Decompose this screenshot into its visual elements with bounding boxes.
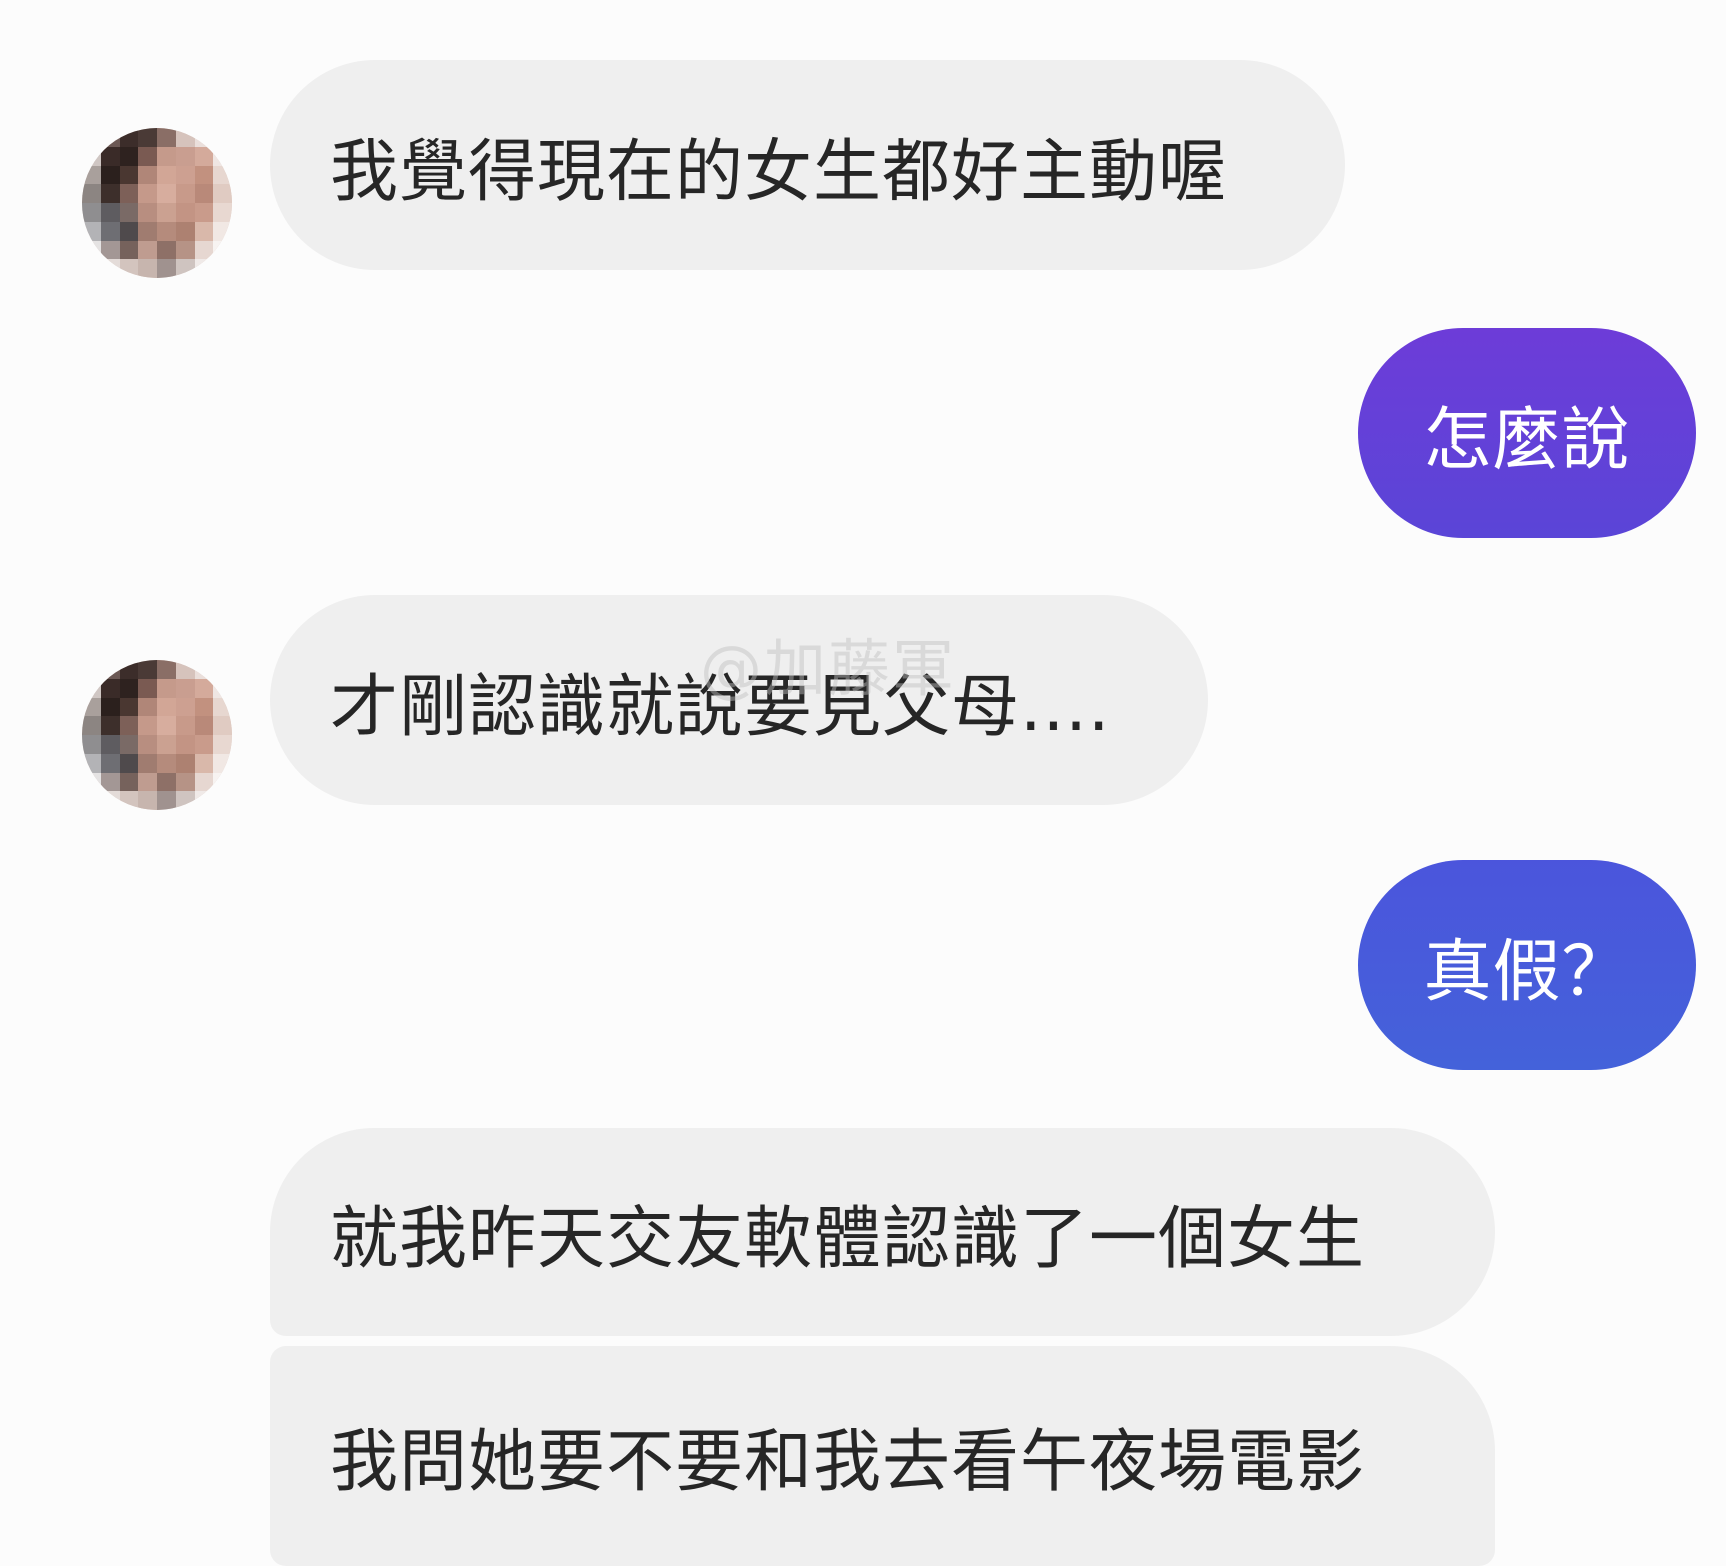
incoming-message-bubble[interactable]: 就我昨天交友軟體認識了一個女生	[270, 1128, 1495, 1336]
contact-avatar[interactable]	[82, 660, 232, 810]
message-text: 我問她要不要和我去看午夜場電影	[330, 1423, 1366, 1502]
message-text: 真假？	[1423, 932, 1631, 1012]
contact-avatar[interactable]	[82, 128, 232, 278]
incoming-message-bubble[interactable]: 我覺得現在的女生都好主動喔	[270, 60, 1345, 270]
watermark: @加藤軍	[700, 632, 957, 705]
message-text: 我覺得現在的女生都好主動喔	[330, 132, 1228, 212]
message-text: 就我昨天交友軟體認識了一個女生	[330, 1199, 1366, 1279]
chat-thread: 我覺得現在的女生都好主動喔 怎麼說 才剛認識就說要見父母.... @加藤軍 真假…	[0, 0, 1726, 1566]
message-text: 怎麼說	[1423, 400, 1631, 480]
outgoing-message-bubble[interactable]: 真假？	[1358, 860, 1696, 1070]
incoming-message-bubble[interactable]: 我問她要不要和我去看午夜場電影	[270, 1346, 1495, 1566]
outgoing-message-bubble[interactable]: 怎麼說	[1358, 328, 1696, 538]
